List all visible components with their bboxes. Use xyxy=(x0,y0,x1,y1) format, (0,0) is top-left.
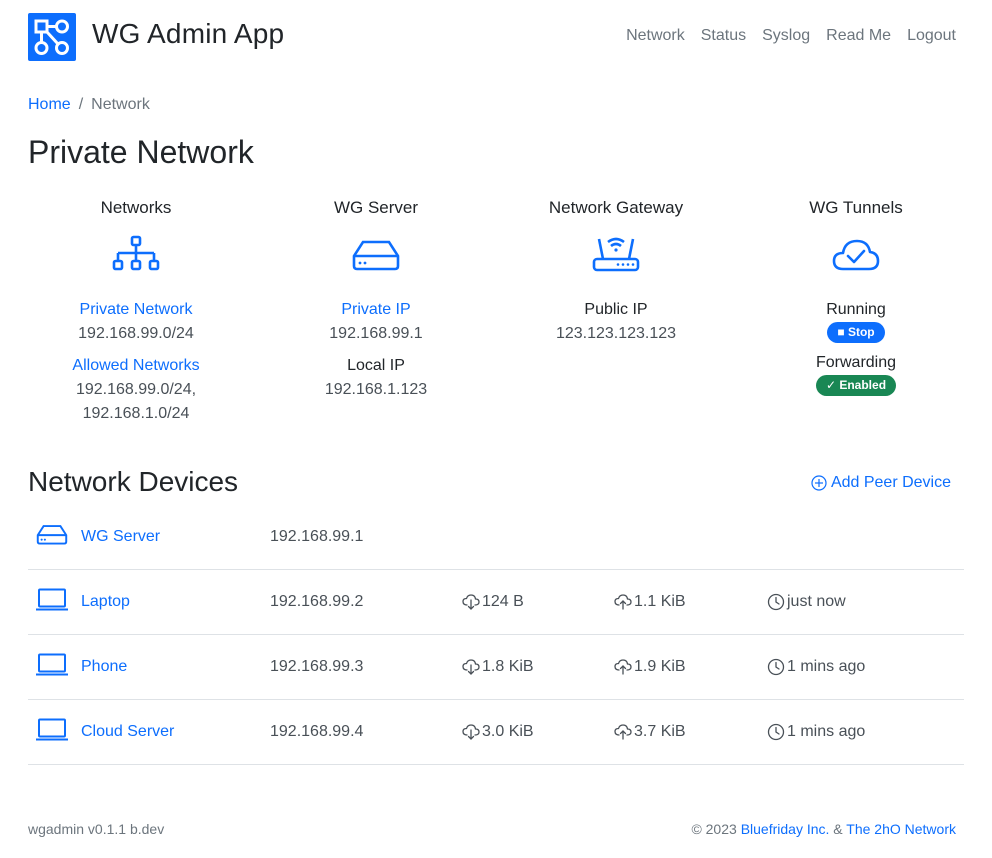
cloud-download-icon xyxy=(462,659,480,675)
breadcrumb-current: Network xyxy=(91,96,150,113)
cloud-download-icon xyxy=(462,724,480,740)
last-seen-value: 1 mins ago xyxy=(787,723,866,740)
clock-icon xyxy=(767,723,785,741)
local-ip-label: Local IP xyxy=(347,357,405,374)
add-peer-button[interactable]: Add Peer Device xyxy=(811,474,951,492)
device-table: WG Server 192.168.99.1 Laptop 192.168.99… xyxy=(28,505,964,765)
upload-value: 1.1 KiB xyxy=(634,593,686,610)
private-network-link[interactable]: Private Network xyxy=(16,298,256,322)
last-seen: 1 mins ago xyxy=(767,658,865,676)
laptop-icon xyxy=(35,588,69,617)
server-icon xyxy=(35,524,69,551)
table-row: Phone 192.168.99.3 1.8 KiB 1.9 KiB 1 min… xyxy=(28,635,964,700)
cloud-upload-icon xyxy=(614,659,632,675)
add-peer-label: Add Peer Device xyxy=(830,474,951,491)
public-ip-value: 123.123.123.123 xyxy=(555,325,677,342)
footer-amp: & xyxy=(833,821,843,837)
nav-status[interactable]: Status xyxy=(701,27,746,45)
breadcrumb-home[interactable]: Home xyxy=(28,96,71,114)
upload-value: 1.9 KiB xyxy=(634,658,686,675)
allowed-networks-value-1: 192.168.99.0/24, xyxy=(75,381,197,398)
device-ip: 192.168.99.1 xyxy=(270,528,364,545)
nav-syslog[interactable]: Syslog xyxy=(762,27,810,45)
device-name-link[interactable]: Cloud Server xyxy=(81,723,174,741)
device-ip: 192.168.99.4 xyxy=(270,723,364,740)
table-row: WG Server 192.168.99.1 xyxy=(28,505,964,570)
tunnels-column: WG Tunnels Running ■ Stop Forwarding ✓ E… xyxy=(736,198,976,434)
last-seen-value: just now xyxy=(787,593,846,610)
nav-logout[interactable]: Logout xyxy=(907,27,956,45)
private-ip-value: 192.168.99.1 xyxy=(329,325,423,342)
cloud-download-icon xyxy=(462,594,480,610)
cloud-upload-icon xyxy=(614,724,632,740)
nav-network[interactable]: Network xyxy=(626,27,685,45)
nav-readme[interactable]: Read Me xyxy=(826,27,891,45)
clock-icon xyxy=(767,658,785,676)
gateway-column: Network Gateway Public IP 123.123.123.12… xyxy=(496,198,736,434)
device-ip: 192.168.99.2 xyxy=(270,593,364,610)
enabled-badge: ✓ Enabled xyxy=(815,375,897,396)
tunnels-title: WG Tunnels xyxy=(809,198,903,217)
table-row: Cloud Server 192.168.99.4 3.0 KiB 3.7 Ki… xyxy=(28,700,964,765)
laptop-icon xyxy=(35,718,69,747)
footer-copyright: © 2023 xyxy=(691,821,737,837)
laptop-icon xyxy=(35,653,69,682)
running-label: Running xyxy=(826,301,886,318)
top-nav: Network Status Syslog Read Me Logout xyxy=(626,27,956,45)
footer-credits: © 2023 Bluefriday Inc. & The 2hO Network xyxy=(691,821,956,837)
table-row: Laptop 192.168.99.2 124 B 1.1 KiB just n… xyxy=(28,570,964,635)
app-title[interactable]: WG Admin App xyxy=(92,18,284,50)
stop-button[interactable]: ■ Stop xyxy=(827,322,885,343)
server-icon xyxy=(256,232,496,278)
upload-value: 3.7 KiB xyxy=(634,723,686,740)
download-value: 1.8 KiB xyxy=(482,658,534,675)
download-value: 3.0 KiB xyxy=(482,723,534,740)
network-nodes-icon xyxy=(34,19,69,55)
sitemap-icon xyxy=(16,232,256,278)
local-ip-value: 192.168.1.123 xyxy=(324,381,428,398)
private-network-value: 192.168.99.0/24 xyxy=(78,325,194,342)
private-ip-link[interactable]: Private IP xyxy=(256,298,496,322)
download-value: 124 B xyxy=(482,593,524,610)
public-ip-label: Public IP xyxy=(584,301,648,318)
download-stat: 1.8 KiB xyxy=(462,658,534,676)
breadcrumb: Home / Network xyxy=(28,96,150,114)
footer-version: wgadmin v0.1.1 b.dev xyxy=(28,821,165,837)
stop-button-label: Stop xyxy=(847,325,875,339)
router-icon xyxy=(496,232,736,278)
network-summary: Networks Private Network 192.168.99.0/24… xyxy=(16,198,976,434)
enabled-badge-label: Enabled xyxy=(839,378,887,392)
download-stat: 124 B xyxy=(462,593,524,611)
forwarding-label: Forwarding xyxy=(815,354,897,371)
allowed-networks-link[interactable]: Allowed Networks xyxy=(16,354,256,378)
gateway-title: Network Gateway xyxy=(548,198,684,217)
plus-circle-icon xyxy=(811,475,827,491)
upload-stat: 1.9 KiB xyxy=(614,658,686,676)
device-name-link[interactable]: Laptop xyxy=(81,593,130,611)
upload-stat: 3.7 KiB xyxy=(614,723,686,741)
device-name-link[interactable]: WG Server xyxy=(81,528,160,546)
allowed-networks-value-2: 192.168.1.0/24 xyxy=(82,405,190,422)
networks-column: Networks Private Network 192.168.99.0/24… xyxy=(16,198,256,434)
upload-stat: 1.1 KiB xyxy=(614,593,686,611)
footer-network-link[interactable]: The 2hO Network xyxy=(846,821,956,837)
last-seen: just now xyxy=(767,593,846,611)
last-seen: 1 mins ago xyxy=(767,723,865,741)
devices-title: Network Devices xyxy=(28,466,239,497)
cloud-upload-icon xyxy=(614,594,632,610)
clock-icon xyxy=(767,593,785,611)
app-logo[interactable] xyxy=(28,13,76,61)
cloud-check-icon xyxy=(736,232,976,278)
device-ip: 192.168.99.3 xyxy=(270,658,364,675)
footer-company-link[interactable]: Bluefriday Inc. xyxy=(741,821,830,837)
networks-title: Networks xyxy=(100,198,172,217)
server-title: WG Server xyxy=(333,198,419,217)
page-title: Private Network xyxy=(28,134,254,170)
last-seen-value: 1 mins ago xyxy=(787,658,866,675)
breadcrumb-separator: / xyxy=(78,96,84,113)
device-name-link[interactable]: Phone xyxy=(81,658,127,676)
server-column: WG Server Private IP 192.168.99.1 Local … xyxy=(256,198,496,434)
download-stat: 3.0 KiB xyxy=(462,723,534,741)
